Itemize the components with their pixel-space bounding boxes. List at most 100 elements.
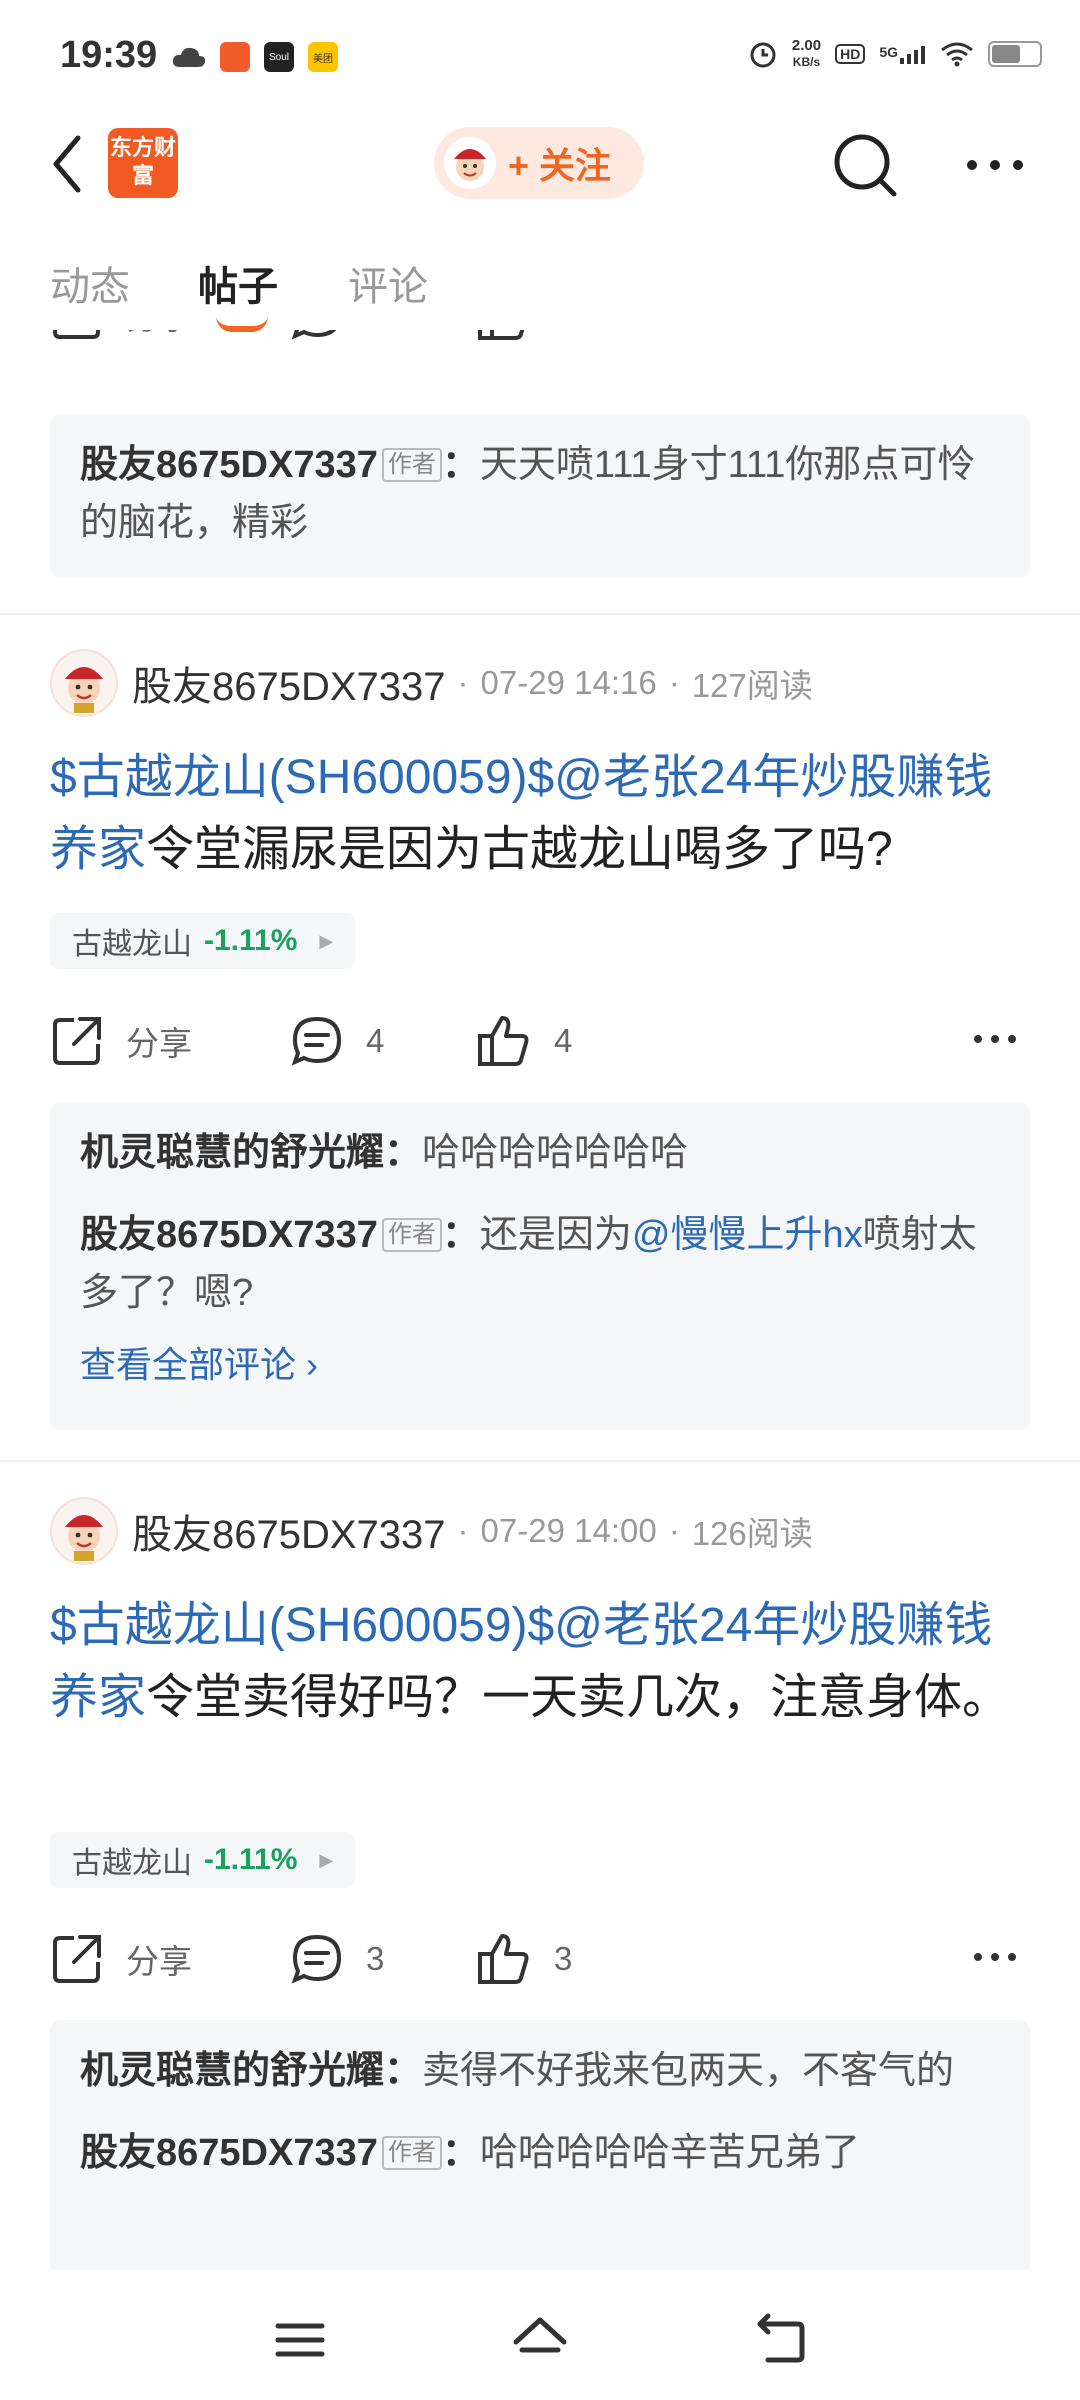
- header: 东方财富 + 关注: [0, 110, 1080, 220]
- share-icon: [53, 1017, 101, 1065]
- comment-action[interactable]: 4: [290, 1006, 384, 1076]
- tab-activity[interactable]: 动态: [50, 254, 130, 312]
- follow-label: + 关注: [508, 145, 612, 186]
- share-action[interactable]: 分享: [50, 1006, 192, 1076]
- meta-separator: ·: [668, 1512, 680, 1549]
- divider: [0, 1460, 1080, 1462]
- comment-separator: ：: [441, 2132, 480, 2174]
- signal-icon: [900, 46, 925, 64]
- post-reads: 127阅读: [691, 667, 813, 704]
- divider: [0, 613, 1080, 615]
- share-icon: [53, 330, 100, 339]
- like-count: 4: [554, 1022, 573, 1059]
- comment-author: 股友8675DX7337: [80, 444, 378, 486]
- share-label: 分享: [126, 1025, 192, 1062]
- stock-tag[interactable]: 古越龙山 -1.11% ▶: [50, 1832, 356, 1888]
- share-icon: [53, 1935, 101, 1983]
- comment-bubble-icon: [291, 1016, 342, 1066]
- alarm-icon: [750, 42, 776, 68]
- like-action[interactable]: 3: [476, 1924, 572, 1994]
- search-icon[interactable]: [830, 130, 900, 200]
- like-action[interactable]: 2: [476, 330, 572, 350]
- meta-separator: ·: [457, 1512, 469, 1549]
- post-body[interactable]: $古越龙山(SH600059)$@老张24年炒股赚钱养家令堂卖得好吗？一天卖几次…: [50, 1590, 1030, 1734]
- post-meta: 股友8675DX7337 · 07-29 14:16 · 127阅读: [50, 648, 1030, 718]
- like-count: 3: [554, 1940, 573, 1977]
- comment-preview[interactable]: 机灵聪慧的舒光耀：卖得不好我来包两天，不客气的 股友8675DX7337 作者 ：哈…: [50, 2020, 1030, 2270]
- status-time: 19:39: [60, 34, 158, 76]
- user-mention-link[interactable]: @慢慢上升hx: [632, 1214, 863, 1256]
- stock-name: 古越龙山: [72, 1847, 192, 1880]
- meta-separator: ·: [457, 664, 469, 701]
- comment-separator: ：: [384, 2050, 423, 2092]
- more-dots-icon[interactable]: [970, 1024, 1020, 1054]
- comment-author: 股友8675DX7337: [80, 1214, 378, 1256]
- comment-count: 1: [366, 330, 384, 334]
- share-action[interactable]: 分享: [50, 1924, 192, 1994]
- post-list[interactable]: 分享 1 2 股友8675DX7337作者：天天喷111身寸111你那点可怜的脑…: [0, 330, 1080, 2270]
- wifi-icon: [941, 42, 973, 67]
- post-text: 令堂漏尿是因为古越龙山喝多了吗?: [146, 823, 893, 876]
- net-speed-value: 2.00: [791, 37, 822, 54]
- like-action[interactable]: 4: [476, 1006, 572, 1076]
- comment-action[interactable]: 1: [290, 330, 384, 350]
- share-label: 分享: [126, 330, 192, 339]
- soul-app-icon: Soul: [264, 42, 294, 72]
- tab-comments[interactable]: 评论: [348, 254, 428, 312]
- stock-tag[interactable]: 古越龙山 -1.11% ▶: [50, 913, 356, 969]
- more-dots-icon[interactable]: [960, 140, 1030, 190]
- post-reads: 126阅读: [691, 1515, 813, 1552]
- comment-author: 机灵聪慧的舒光耀: [80, 1132, 385, 1174]
- post-actions: 分享 1 2: [50, 330, 1030, 350]
- comment-preview[interactable]: 机灵聪慧的舒光耀：哈哈哈哈哈哈哈 股友8675DX7337 作者 ：还是因为@慢慢上…: [50, 1102, 1030, 1430]
- comment-separator: ：: [384, 1132, 423, 1174]
- play-arrow-icon: ▶: [319, 1849, 334, 1870]
- comment-text: 哈哈哈哈哈哈哈: [422, 1132, 689, 1174]
- app-notification-icon: [220, 42, 250, 72]
- net-speed: 2.00 KB/s: [792, 38, 821, 70]
- cloud-icon: [172, 47, 206, 67]
- avatar[interactable]: [50, 1497, 118, 1565]
- thumbs-up-icon: [478, 1934, 529, 1984]
- post-body[interactable]: $古越龙山(SH600059)$@老张24年炒股赚钱养家令堂漏尿是因为古越龙山喝…: [50, 742, 1030, 886]
- user-avatar: [444, 137, 496, 189]
- view-all-comments-link[interactable]: 查看全部评论 ›: [80, 1336, 1000, 1388]
- brand-logo: 东方财富: [108, 128, 178, 198]
- post-time: 07-29 14:00: [480, 1512, 657, 1549]
- post-text: 令堂卖得好吗？一天卖几次，注意身体。: [146, 1671, 1011, 1724]
- comment-bubble-icon: [291, 1934, 342, 1984]
- comment-preview[interactable]: 股友8675DX7337 作者 ：天天喷111身寸111你那点可怜的脑花，精彩: [50, 414, 1030, 578]
- back-arrow-icon[interactable]: [44, 132, 94, 196]
- meituan-app-icon: 美团: [308, 42, 338, 72]
- comment-action[interactable]: 3: [290, 1924, 384, 1994]
- menu-icon[interactable]: [270, 2310, 330, 2370]
- follow-button[interactable]: + 关注: [434, 127, 644, 199]
- status-bar: 19:39 Soul 美团 2.00 KB/s HD 5G: [0, 0, 1080, 110]
- home-icon[interactable]: [510, 2310, 570, 2370]
- battery-fill: [992, 45, 1020, 63]
- share-action[interactable]: 分享: [50, 330, 192, 350]
- system-nav-bar: [0, 2270, 1080, 2400]
- signal-5g: 5G: [879, 44, 926, 64]
- stock-change: -1.11%: [204, 1843, 298, 1876]
- tab-bar: 动态 帖子 评论: [0, 250, 1080, 332]
- post-actions: 分享 3 3: [50, 1924, 1030, 1994]
- comment-line: 机灵聪慧的舒光耀：哈哈哈哈哈哈哈: [80, 1124, 1000, 1182]
- notification-icons: Soul 美团: [172, 42, 338, 72]
- author-tag: 作者: [381, 1218, 442, 1252]
- share-label: 分享: [126, 1943, 192, 1980]
- return-icon[interactable]: [750, 2310, 810, 2370]
- comment-line: 股友8675DX7337 作者 ：还是因为@慢慢上升hx喷射太多了？嗯?: [80, 1206, 1000, 1322]
- post-author[interactable]: 股友8675DX7337: [132, 654, 446, 712]
- battery-icon: [988, 41, 1042, 67]
- more-dots-icon[interactable]: [970, 1942, 1020, 1972]
- comment-separator: ：: [441, 444, 480, 486]
- thumbs-up-icon: [478, 330, 525, 340]
- stock-name: 古越龙山: [72, 928, 192, 961]
- avatar[interactable]: [50, 649, 118, 717]
- play-arrow-icon: ▶: [319, 930, 334, 951]
- post-author[interactable]: 股友8675DX7337: [132, 1502, 446, 1560]
- comment-text: 哈哈哈哈哈辛苦兄弟了: [479, 2132, 860, 2174]
- post-meta: 股友8675DX7337 · 07-29 14:00 · 126阅读: [50, 1496, 1030, 1566]
- tab-posts[interactable]: 帖子: [198, 254, 278, 312]
